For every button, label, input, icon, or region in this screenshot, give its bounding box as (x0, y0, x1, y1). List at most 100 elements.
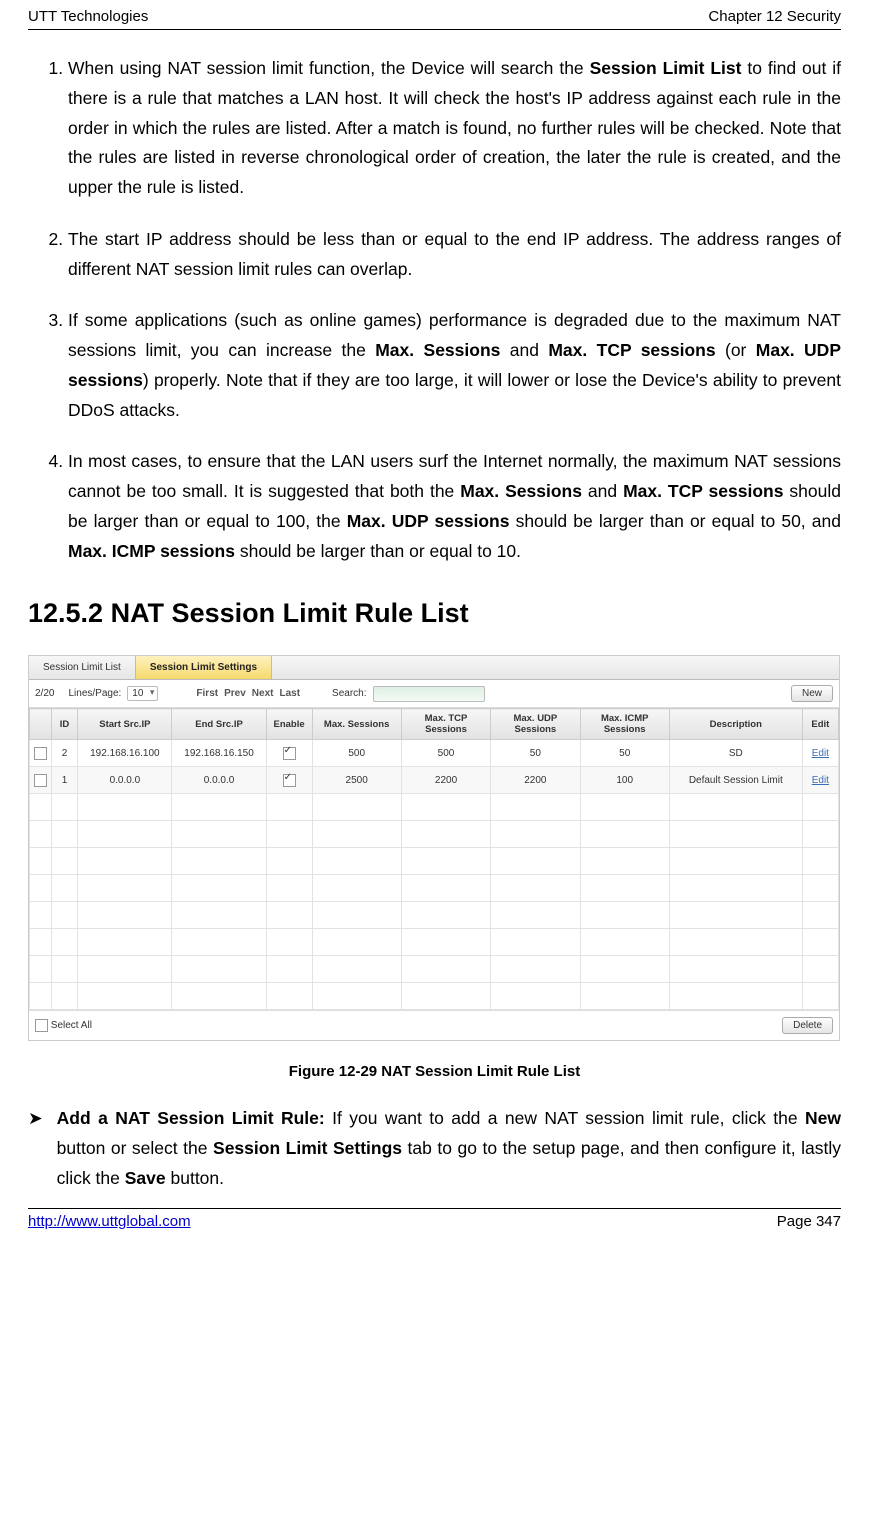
text: should be larger than or equal to 10. (235, 541, 521, 561)
select-all-label: Select All (51, 1020, 92, 1031)
text: The start IP address should be less than… (68, 229, 841, 279)
cell-tcp: 2200 (401, 767, 490, 794)
bold-text: Max. Sessions (460, 481, 582, 501)
cell-id: 2 (51, 740, 78, 767)
cell-icmp: 100 (580, 767, 669, 794)
bullet-item: ➤ Add a NAT Session Limit Rule: If you w… (28, 1104, 841, 1193)
embedded-screenshot: Session Limit List Session Limit Setting… (28, 655, 840, 1041)
bold-text: Max. Sessions (375, 340, 500, 360)
col-max-udp: Max. UDP Sessions (491, 709, 580, 740)
header-left: UTT Technologies (28, 8, 148, 25)
session-limit-table: ID Start Src.IP End Src.IP Enable Max. S… (29, 708, 839, 1010)
enable-checkbox[interactable] (283, 747, 296, 760)
pager-prev[interactable]: Prev (224, 688, 246, 699)
bold-text: Session Limit List (590, 58, 742, 78)
table-row-empty (30, 875, 839, 902)
enable-checkbox[interactable] (283, 774, 296, 787)
table-row-empty (30, 929, 839, 956)
search-input[interactable] (373, 686, 485, 702)
col-enable: Enable (266, 709, 312, 740)
bullet-body: Add a NAT Session Limit Rule: If you wan… (57, 1104, 841, 1193)
numbered-list: When using NAT session limit function, t… (28, 54, 841, 566)
pager-first[interactable]: First (196, 688, 218, 699)
section-heading: 12.5.2 NAT Session Limit Rule List (28, 598, 841, 629)
new-button[interactable]: New (791, 685, 833, 702)
record-count: 2/20 (35, 688, 54, 699)
pager-last[interactable]: Last (279, 688, 300, 699)
bold-text: Session Limit Settings (213, 1138, 402, 1158)
cell-id: 1 (51, 767, 78, 794)
page-header: UTT Technologies Chapter 12 Security (28, 0, 841, 30)
table-row: 1 0.0.0.0 0.0.0.0 2500 2200 2200 100 Def… (30, 767, 839, 794)
edit-link[interactable]: Edit (812, 748, 829, 759)
cell-udp: 50 (491, 740, 580, 767)
text: button or select the (57, 1138, 213, 1158)
table-row-empty (30, 794, 839, 821)
toolbar: 2/20 Lines/Page: 10 First Prev Next Last… (29, 680, 839, 708)
table-row-empty (30, 821, 839, 848)
list-item-2: The start IP address should be less than… (68, 225, 841, 285)
select-all-checkbox[interactable] (35, 1019, 48, 1032)
col-max-tcp: Max. TCP Sessions (401, 709, 490, 740)
figure-caption: Figure 12-29 NAT Session Limit Rule List (28, 1063, 841, 1080)
tab-session-limit-list[interactable]: Session Limit List (29, 656, 136, 679)
cell-max: 2500 (312, 767, 401, 794)
text: (or (716, 340, 756, 360)
text: When using NAT session limit function, t… (68, 58, 590, 78)
table-body: 2 192.168.16.100 192.168.16.150 500 500 … (30, 740, 839, 1010)
header-right: Chapter 12 Security (708, 8, 841, 25)
col-id: ID (51, 709, 78, 740)
lines-per-page-label: Lines/Page: (68, 688, 121, 699)
table-row-empty (30, 983, 839, 1010)
cell-end-ip: 0.0.0.0 (172, 767, 266, 794)
col-max-sessions: Max. Sessions (312, 709, 401, 740)
bullet-marker-icon: ➤ (28, 1104, 43, 1193)
footer-page: Page 347 (777, 1213, 841, 1230)
row-checkbox[interactable] (34, 774, 47, 787)
col-checkbox (30, 709, 52, 740)
select-all-wrapper: Select All (35, 1019, 92, 1032)
text: and (582, 481, 623, 501)
pager-next[interactable]: Next (252, 688, 274, 699)
edit-link[interactable]: Edit (812, 775, 829, 786)
cell-desc: Default Session Limit (669, 767, 802, 794)
table-footer: Select All Delete (29, 1010, 839, 1040)
cell-udp: 2200 (491, 767, 580, 794)
bold-text: Max. TCP sessions (623, 481, 783, 501)
footer-url[interactable]: http://www.uttglobal.com (28, 1213, 191, 1230)
text: to find out if there is a rule that matc… (68, 58, 841, 197)
bold-text: Save (125, 1168, 166, 1188)
cell-start-ip: 0.0.0.0 (78, 767, 172, 794)
col-edit: Edit (802, 709, 838, 740)
page-footer: http://www.uttglobal.com Page 347 (28, 1208, 841, 1230)
bold-text: Max. ICMP sessions (68, 541, 235, 561)
table-row-empty (30, 902, 839, 929)
search-label: Search: (332, 688, 366, 699)
cell-end-ip: 192.168.16.150 (172, 740, 266, 767)
bold-text: Max. UDP sessions (347, 511, 510, 531)
cell-icmp: 50 (580, 740, 669, 767)
cell-desc: SD (669, 740, 802, 767)
list-item-1: When using NAT session limit function, t… (68, 54, 841, 203)
list-item-4: In most cases, to ensure that the LAN us… (68, 447, 841, 566)
table-row-empty (30, 956, 839, 983)
delete-button[interactable]: Delete (782, 1017, 833, 1034)
list-item-3: If some applications (such as online gam… (68, 306, 841, 425)
text: and (500, 340, 548, 360)
text: button. (166, 1168, 224, 1188)
row-checkbox[interactable] (34, 747, 47, 760)
col-description: Description (669, 709, 802, 740)
cell-tcp: 500 (401, 740, 490, 767)
bold-text: New (805, 1108, 841, 1128)
bold-text: Max. TCP sessions (548, 340, 715, 360)
col-start-ip: Start Src.IP (78, 709, 172, 740)
tab-bar: Session Limit List Session Limit Setting… (29, 656, 839, 680)
lines-per-page-select[interactable]: 10 (127, 686, 158, 701)
col-end-ip: End Src.IP (172, 709, 266, 740)
bold-text: Add a NAT Session Limit Rule: (57, 1108, 325, 1128)
col-max-icmp: Max. ICMP Sessions (580, 709, 669, 740)
text: ) properly. Note that if they are too la… (68, 370, 841, 420)
text: should be larger than or equal to 50, an… (509, 511, 841, 531)
table-row-empty (30, 848, 839, 875)
tab-session-limit-settings[interactable]: Session Limit Settings (136, 656, 272, 679)
